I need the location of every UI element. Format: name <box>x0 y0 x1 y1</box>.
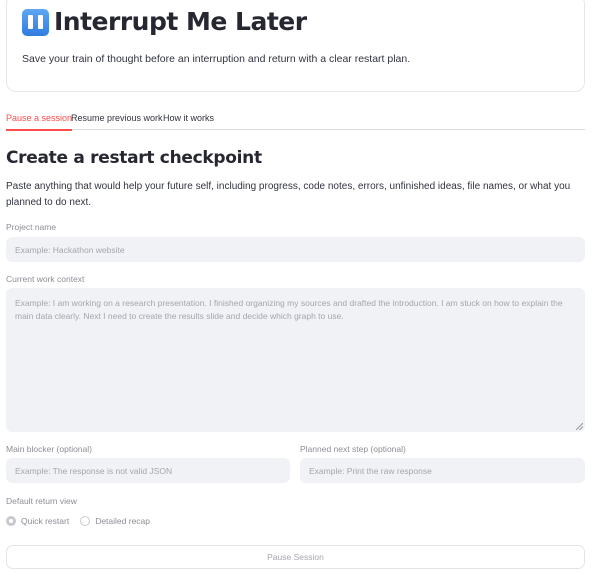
project-name-label: Project name <box>6 222 57 232</box>
app-title: Interrupt Me Later <box>54 7 307 36</box>
radio-detailed-recap[interactable]: Detailed recap <box>80 516 150 526</box>
tab-pause-session[interactable]: Pause a session <box>6 111 73 131</box>
return-view-radio-group: Quick restart Detailed recap <box>6 516 161 526</box>
textarea-resize-handle[interactable] <box>576 423 583 430</box>
pause-session-button[interactable]: Pause Session <box>6 545 585 569</box>
next-step-input[interactable] <box>300 458 585 483</box>
next-step-label: Planned next step (optional) <box>300 444 406 454</box>
radio-label: Detailed recap <box>95 516 150 526</box>
tab-resume-previous-work[interactable]: Resume previous work <box>71 111 163 130</box>
header-card: Interrupt Me Later Save your train of th… <box>6 0 585 92</box>
radio-quick-restart[interactable]: Quick restart <box>6 516 69 526</box>
context-label: Current work context <box>6 274 85 284</box>
section-title: Create a restart checkpoint <box>6 148 262 168</box>
project-name-input[interactable] <box>6 237 585 262</box>
blocker-input[interactable] <box>6 458 290 483</box>
tab-how-it-works[interactable]: How it works <box>163 111 214 130</box>
tab-bar: Pause a session Resume previous work How… <box>6 111 585 131</box>
form-intro: Paste anything that would help your futu… <box>6 181 571 208</box>
app-subtitle: Save your train of thought before an int… <box>22 53 411 65</box>
radio-checked-icon <box>6 516 16 526</box>
return-view-label: Default return view <box>6 496 77 506</box>
context-textarea[interactable] <box>6 288 585 432</box>
blocker-label: Main blocker (optional) <box>6 444 92 454</box>
radio-unchecked-icon <box>80 516 91 526</box>
pause-icon <box>22 8 49 36</box>
radio-label: Quick restart <box>21 516 70 526</box>
app-title-row: Interrupt Me Later <box>22 7 307 37</box>
